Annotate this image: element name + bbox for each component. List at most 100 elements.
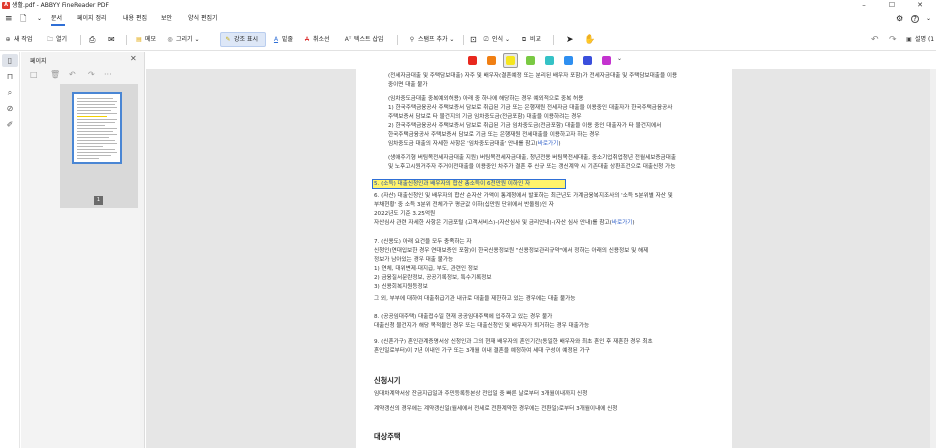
pages-panel-icon[interactable]: ▯	[4, 55, 16, 67]
print-icon[interactable]: ⎙	[89, 34, 95, 46]
shortcut-link[interactable]: 바로가기	[538, 141, 559, 147]
active-menu-indicator	[51, 24, 65, 26]
vertical-scrollbar[interactable]	[930, 69, 936, 448]
more-options-icon[interactable]: ···	[104, 70, 112, 79]
search-icon[interactable]: ⌕	[4, 87, 16, 99]
apply-period-line-1: 임대차계약서상 잔금지급일과 주민등록등본상 전입일 중 빠른 날로부터 3개월…	[374, 391, 588, 397]
panel-close-icon[interactable]: ✕	[130, 54, 137, 63]
rotate-left-icon[interactable]: ↶	[69, 70, 76, 79]
color-swatch[interactable]	[602, 56, 611, 65]
pointer-tool-icon[interactable]: ➤	[566, 34, 574, 46]
document-line: 2) 금융질서문란정보, 공공기록정보, 특수기록정보	[374, 275, 492, 281]
menu-page-organize[interactable]: 페이지 정리	[77, 12, 107, 26]
document-line: 혼인일로부터)이 7년 이내인 가구 또는 3개월 이내 결혼을 예정하여 세대…	[374, 348, 590, 354]
menu-edit-content[interactable]: 내용 편집	[123, 12, 147, 26]
compare-label: 비교	[530, 36, 542, 43]
panel-title: 페이지	[30, 58, 47, 65]
menu-bar: ≡ 🗋 ⌄ 문서 페이지 정리 내용 편집 보안 양식 편집기 ⚙ ? ⌄	[0, 12, 936, 26]
menu-security[interactable]: 보안	[161, 12, 172, 26]
color-swatch[interactable]	[526, 56, 535, 65]
toolbar-divider	[126, 35, 127, 45]
apply-period-line-2: 계약갱신의 경우에는 계약갱신일(월세에서 전세로 전환계약한 경우에는 전환일…	[374, 406, 618, 412]
close-window-button[interactable]: ✕	[908, 0, 932, 11]
highlight-button[interactable]: ✎ 강조 표시	[224, 34, 258, 46]
strikethrough-label: 취소선	[313, 36, 330, 43]
hamburger-menu-icon[interactable]: ≡	[5, 12, 13, 26]
stamp-icon: ⚲	[409, 36, 415, 43]
toolbar-divider	[553, 35, 554, 45]
link-paren: )	[558, 141, 561, 147]
minimize-button[interactable]: –	[852, 0, 876, 11]
page-thumbnail[interactable]	[72, 92, 122, 164]
document-line: 7. (신용도) 아래 요건을 모두 충족하는 자	[374, 239, 472, 245]
link-paren: )	[632, 220, 635, 226]
redo-icon[interactable]: ↷	[889, 34, 897, 46]
document-line: 3) 신용회복지원등정보	[374, 284, 428, 290]
document-line: 신청인(연대입보한 경우 연대보증인 포함)이 한국신용정보원 "신용정보관리규…	[374, 248, 649, 254]
plus-circle-icon: ⊕	[5, 36, 11, 43]
toolbar-divider	[463, 35, 464, 45]
highlight-label: 강조 표시	[234, 36, 258, 43]
strikethrough-button[interactable]: A 취소선	[303, 34, 330, 46]
highlighted-text: 5. (소득) 대출신청인과 배우자의 합산 총소득이 6천만원 이하인 자	[374, 181, 531, 187]
toolbar-divider	[80, 35, 81, 45]
compare-button[interactable]: ⧉ 비교	[520, 34, 541, 46]
undo-icon[interactable]: ↶	[871, 34, 879, 46]
document-line: 주택보증서 담보로 타 물건지의 기금 임차중도금(전금포함) 대출을 이용하려…	[388, 114, 582, 120]
compare-icon: ⧉	[521, 36, 527, 43]
document-line: 대출신청 물건지가 해당 목적물인 경우 또는 대출신청인 및 배우자가 퇴거하…	[374, 323, 590, 329]
color-swatch[interactable]	[468, 56, 477, 65]
hand-tool-icon[interactable]: ✋	[584, 34, 595, 46]
email-icon[interactable]: ✉	[108, 34, 115, 46]
draw-button[interactable]: ◎ 그리기 ⌄	[166, 34, 199, 46]
document-line: 부채현황' 중 소득 3분위 전체가구 평균값 이하(십만원 단위에서 반올림)…	[374, 202, 554, 208]
maximize-button[interactable]: ☐	[880, 0, 904, 11]
document-line: 중이면 대출 불가	[388, 82, 428, 88]
section-title-apply-period: 신청시기	[374, 376, 401, 385]
menu-form-editor[interactable]: 양식 편집기	[188, 12, 218, 26]
underline-label: 밑줄	[282, 36, 294, 43]
file-menu-chevron-icon[interactable]: ⌄	[37, 12, 42, 26]
document-line: 1) 한국주택금융공사 주택보증서 담보로 취급된 기금 또는 은행재원 전세자…	[388, 105, 673, 111]
open-button[interactable]: 🗀 열기	[46, 34, 67, 46]
rotate-right-icon[interactable]: ↷	[88, 70, 95, 79]
settings-panel-icon: ▣	[906, 36, 912, 43]
folder-icon: 🗀	[46, 36, 53, 43]
attachment-icon[interactable]: ⊘	[4, 103, 16, 115]
insert-text-button[interactable]: Aᵀ 텍스트 삽입	[344, 34, 384, 46]
insert-text-label: 텍스트 삽입	[354, 36, 384, 43]
note-button[interactable]: ▤ 메모	[135, 34, 156, 46]
recognize-button[interactable]: ⎚ 인식 ⌄	[482, 34, 510, 46]
document-line: 6. (자산) 대출신청인 및 배우자의 합산 순자산 가액이 통계청에서 발표…	[374, 193, 673, 199]
underline-icon: A	[273, 36, 279, 43]
underline-button[interactable]: A 밑줄	[272, 34, 293, 46]
document-line-text: 임차중도금 대출의 자세한 사항은 '임차중도금대출' 안내를 참고(	[388, 141, 538, 147]
menu-collapse-chevron-icon[interactable]: ⌄	[926, 12, 931, 26]
add-page-icon[interactable]: □	[30, 70, 38, 79]
new-task-button[interactable]: ⊕ 새 작업	[4, 34, 32, 46]
recognize-label: 인식	[492, 36, 504, 43]
stamp-add-label: 스탬프 추가	[418, 36, 448, 43]
file-menu-icon[interactable]: 🗋	[20, 12, 26, 26]
stamp-add-button[interactable]: ⚲ 스탬프 추가 ⌄	[408, 34, 455, 46]
settings-gear-icon[interactable]: ⚙	[896, 12, 903, 26]
document-line: 2) 한국주택금융공사 주택보증서 담보로 취급된 기금 임차중도금(전금포함)…	[388, 123, 662, 129]
color-swatch[interactable]	[487, 56, 496, 65]
crop-icon[interactable]: ⊡	[470, 34, 477, 46]
toolbar-divider	[397, 35, 398, 45]
settings-button[interactable]: ▣ 설명 (1	[905, 34, 934, 46]
color-swatch[interactable]	[583, 56, 592, 65]
shortcut-link[interactable]: 바로가기	[612, 220, 633, 226]
document-line: 그 외, 부부에 대하여 대출취급기관 내규로 대출을 제한하고 있는 경우에는…	[374, 296, 576, 302]
color-swatch[interactable]	[506, 56, 515, 65]
settings-label: 설명 (1	[915, 36, 935, 43]
help-icon[interactable]: ?	[911, 15, 919, 23]
highlighter-icon: ✎	[225, 36, 231, 43]
delete-page-icon[interactable]: 🗑	[50, 70, 60, 79]
color-more-chevron-icon[interactable]: ⌄	[617, 55, 622, 62]
signature-icon[interactable]: ✐	[4, 119, 16, 131]
color-swatch[interactable]	[564, 56, 573, 65]
color-swatch[interactable]	[545, 56, 554, 65]
document-line: 임차중도금 대출의 자세한 사항은 '임차중도금대출' 안내를 참고(바로가기)	[388, 141, 561, 148]
bookmark-icon[interactable]: ⊓	[4, 71, 16, 83]
